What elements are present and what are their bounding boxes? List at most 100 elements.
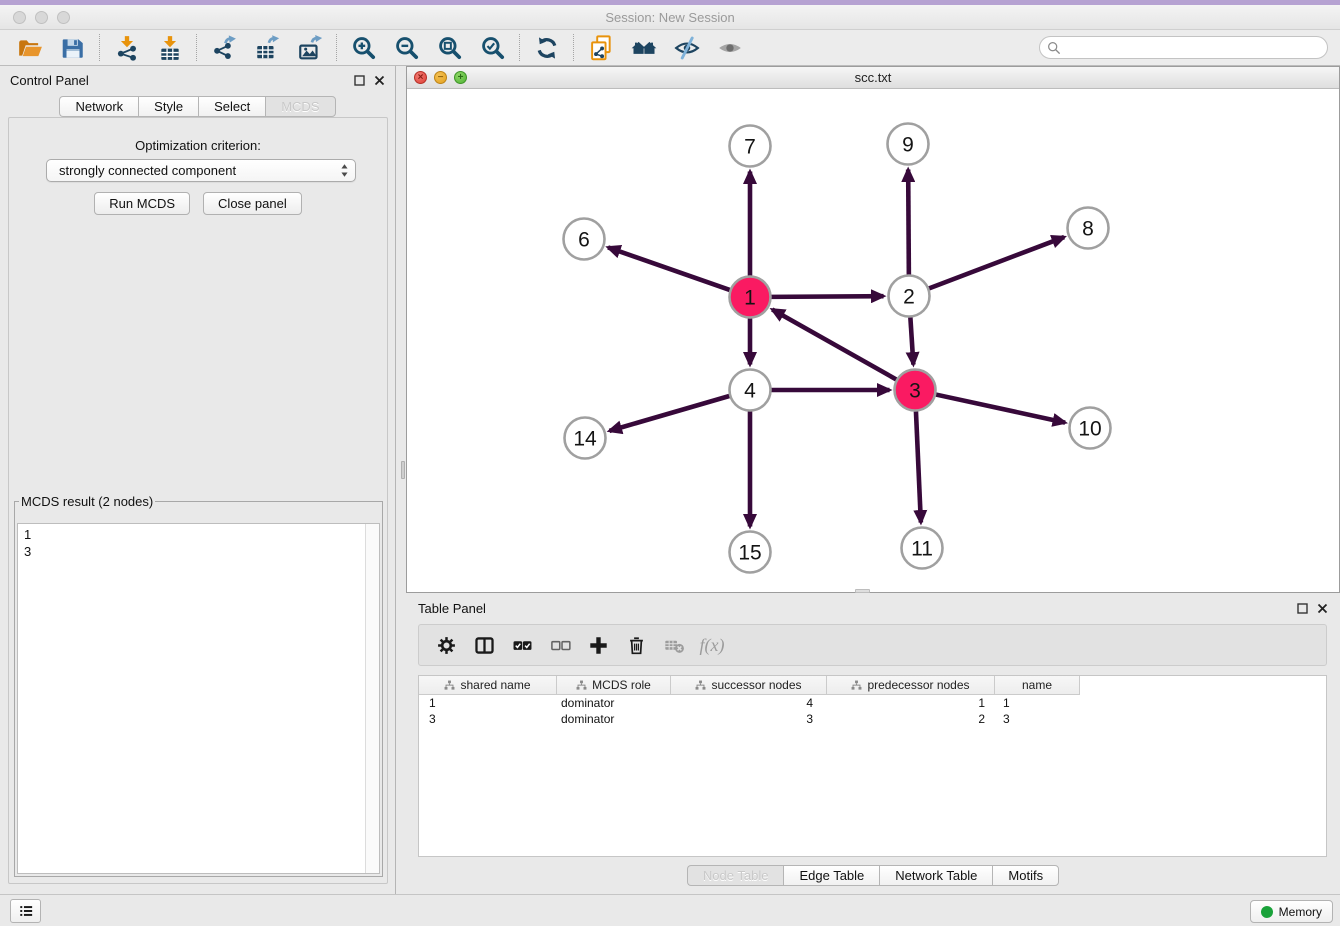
zoom-selected-button[interactable] xyxy=(471,32,514,63)
graph-node-6[interactable]: 6 xyxy=(564,219,605,260)
graph-node-7[interactable]: 7 xyxy=(730,126,771,167)
graph-edge-1-2[interactable] xyxy=(771,296,883,297)
network-view-window[interactable]: × − + scc.txt 1 2 3 4 6 7 8 9 10 11 14 15 xyxy=(406,66,1340,593)
column-header-MCDS-role[interactable]: MCDS role xyxy=(557,676,671,694)
graph-node-11[interactable]: 11 xyxy=(902,528,943,569)
tab-motifs[interactable]: Motifs xyxy=(992,865,1059,886)
task-history-button[interactable] xyxy=(10,899,41,923)
network-maximize-button[interactable]: + xyxy=(454,71,467,84)
zoom-in-button[interactable] xyxy=(342,32,385,63)
refresh-button[interactable] xyxy=(525,32,568,63)
network-window-titlebar[interactable]: × − + scc.txt xyxy=(407,67,1339,89)
show-details-button[interactable] xyxy=(708,32,751,63)
graph-edge-2-8[interactable] xyxy=(929,237,1064,288)
tab-mcds[interactable]: MCDS xyxy=(265,96,335,117)
minimize-window-button[interactable] xyxy=(35,11,48,24)
zoom-window-button[interactable] xyxy=(57,11,70,24)
close-panel-button[interactable]: Close panel xyxy=(203,192,302,215)
open-file-button[interactable] xyxy=(8,32,51,63)
network-close-button[interactable]: × xyxy=(414,71,427,84)
float-table-panel-icon[interactable] xyxy=(1297,603,1308,614)
table-cell[interactable]: 1 xyxy=(995,695,1079,711)
column-header-name[interactable]: name xyxy=(995,676,1079,694)
search-box[interactable] xyxy=(1039,36,1328,59)
tab-network-table[interactable]: Network Table xyxy=(879,865,992,886)
graph-edge-3-11[interactable] xyxy=(916,411,921,522)
graph-node-14[interactable]: 14 xyxy=(565,418,606,459)
table-toolbar: f(x) xyxy=(418,624,1327,666)
home-view-button[interactable] xyxy=(622,32,665,63)
function-builder-button: f(x) xyxy=(693,628,731,662)
graph-edge-1-6[interactable] xyxy=(608,247,730,289)
table-settings-button[interactable] xyxy=(427,628,465,662)
import-network-button[interactable] xyxy=(105,32,148,63)
graph-node-label: 10 xyxy=(1078,418,1101,441)
graph-node-15[interactable]: 15 xyxy=(730,532,771,573)
graph-edge-2-9[interactable] xyxy=(908,169,909,274)
graph-node-label: 7 xyxy=(744,136,756,159)
tab-style[interactable]: Style xyxy=(138,96,198,117)
table-cell[interactable]: 4 xyxy=(671,695,827,711)
result-scrollbar[interactable] xyxy=(365,524,379,873)
graph-node-4[interactable]: 4 xyxy=(730,370,771,411)
deselect-all-button[interactable] xyxy=(541,628,579,662)
export-table-button[interactable] xyxy=(245,32,288,63)
graph-node-2[interactable]: 2 xyxy=(889,276,930,317)
graph-node-3[interactable]: 3 xyxy=(895,370,936,411)
select-all-button[interactable] xyxy=(503,628,541,662)
tab-edge-table[interactable]: Edge Table xyxy=(783,865,879,886)
zoom-out-button[interactable] xyxy=(385,32,428,63)
task-list-icon xyxy=(17,902,35,920)
column-header-shared-name[interactable]: shared name xyxy=(419,676,557,694)
graph-node-8[interactable]: 8 xyxy=(1068,208,1109,249)
close-window-button[interactable] xyxy=(13,11,26,24)
tab-node-table[interactable]: Node Table xyxy=(687,865,784,886)
network-canvas[interactable]: 1 2 3 4 6 7 8 9 10 11 14 15 xyxy=(407,89,1339,592)
table-cell[interactable]: 2 xyxy=(827,711,995,727)
export-network-button[interactable] xyxy=(202,32,245,63)
network-graph: 1 2 3 4 6 7 8 9 10 11 14 15 xyxy=(407,89,1339,592)
table-row[interactable]: 3dominator323 xyxy=(419,711,1326,727)
split-view-button[interactable] xyxy=(465,628,503,662)
memory-button[interactable]: Memory xyxy=(1250,900,1333,923)
import-table-button[interactable] xyxy=(148,32,191,63)
float-panel-icon[interactable] xyxy=(354,75,365,86)
copy-network-button[interactable] xyxy=(579,32,622,63)
splitter-handle-vertical[interactable] xyxy=(401,461,405,479)
table-cell[interactable]: 3 xyxy=(671,711,827,727)
hide-details-button[interactable] xyxy=(665,32,708,63)
table-cell[interactable]: 1 xyxy=(419,695,557,711)
delete-column-button[interactable] xyxy=(617,628,655,662)
splitter-handle-horizontal[interactable] xyxy=(855,589,870,593)
table-cell[interactable]: dominator xyxy=(557,695,671,711)
graph-edge-3-1[interactable] xyxy=(772,310,896,380)
zoom-fit-button[interactable] xyxy=(428,32,471,63)
network-minimize-button[interactable]: − xyxy=(434,71,447,84)
graph-edge-4-14[interactable] xyxy=(609,396,729,431)
save-session-button[interactable] xyxy=(51,32,94,63)
graph-node-1[interactable]: 1 xyxy=(730,277,771,318)
network-window-title: scc.txt xyxy=(407,67,1339,89)
close-panel-icon[interactable] xyxy=(374,75,385,86)
node-table[interactable]: shared nameMCDS rolesuccessor nodesprede… xyxy=(418,675,1327,857)
graph-node-10[interactable]: 10 xyxy=(1070,408,1111,449)
table-cell[interactable]: dominator xyxy=(557,711,671,727)
graph-edge-2-3[interactable] xyxy=(910,317,913,364)
column-header-successor-nodes[interactable]: successor nodes xyxy=(671,676,827,694)
graph-node-9[interactable]: 9 xyxy=(888,124,929,165)
add-column-button[interactable] xyxy=(579,628,617,662)
table-cell[interactable]: 3 xyxy=(419,711,557,727)
table-row[interactable]: 1dominator411 xyxy=(419,695,1326,711)
table-cell[interactable]: 3 xyxy=(995,711,1079,727)
criterion-select[interactable]: strongly connected component xyxy=(46,159,356,182)
graph-edge-3-10[interactable] xyxy=(936,395,1065,423)
tab-select[interactable]: Select xyxy=(198,96,265,117)
mcds-result-box[interactable]: 1 3 xyxy=(17,523,380,874)
export-image-button[interactable] xyxy=(288,32,331,63)
search-input[interactable] xyxy=(1066,40,1320,56)
run-mcds-button[interactable]: Run MCDS xyxy=(94,192,190,215)
tab-network[interactable]: Network xyxy=(59,96,138,117)
close-table-panel-icon[interactable] xyxy=(1317,603,1328,614)
column-header-predecessor-nodes[interactable]: predecessor nodes xyxy=(827,676,995,694)
table-cell[interactable]: 1 xyxy=(827,695,995,711)
